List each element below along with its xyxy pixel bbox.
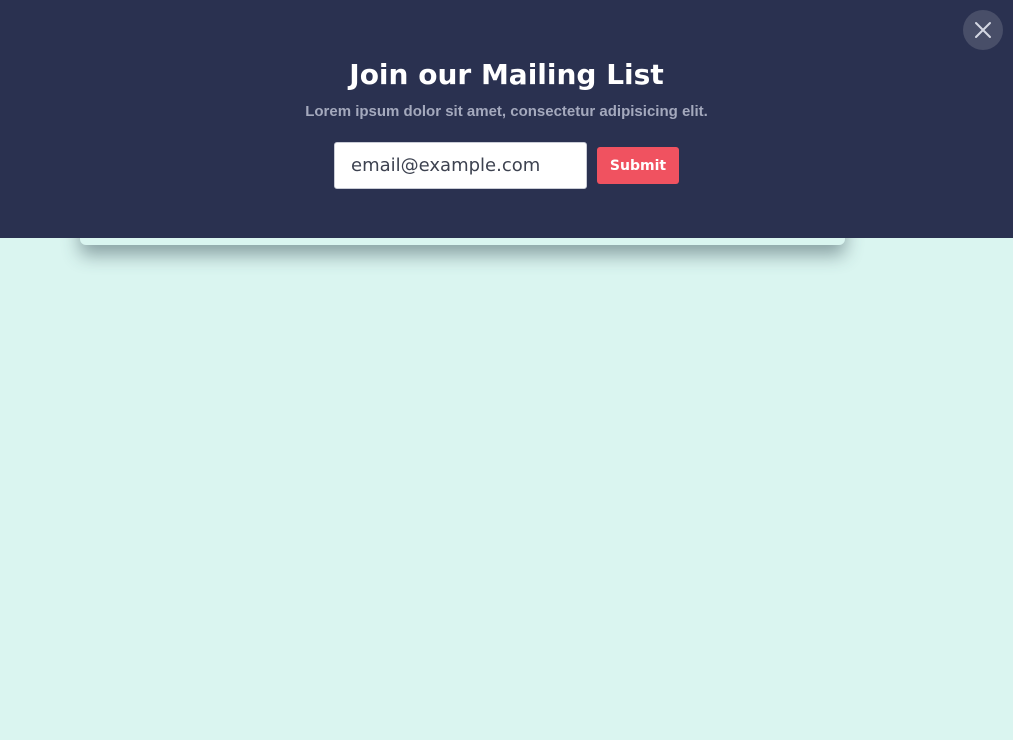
mailing-list-banner: Join our Mailing List Lorem ipsum dolor …: [0, 0, 1013, 238]
page: Join our Mailing List Lorem ipsum dolor …: [0, 0, 1013, 740]
banner-title: Join our Mailing List: [349, 58, 664, 91]
banner-subtitle: Lorem ipsum dolor sit amet, consectetur …: [305, 103, 708, 120]
email-input[interactable]: [334, 142, 587, 189]
submit-button[interactable]: Submit: [597, 147, 679, 184]
close-button[interactable]: [963, 10, 1003, 50]
close-icon: [975, 22, 991, 38]
